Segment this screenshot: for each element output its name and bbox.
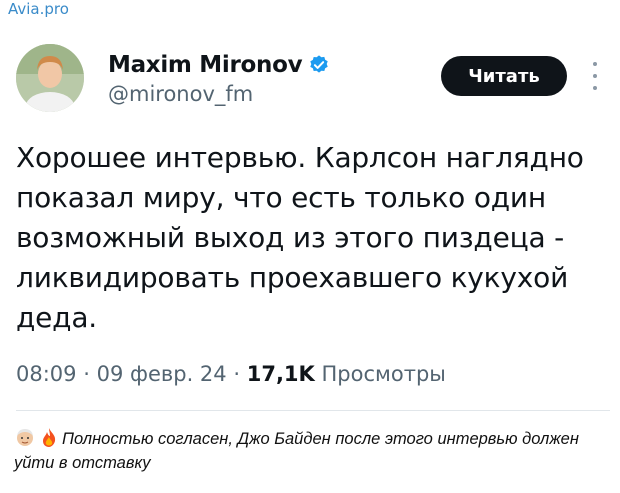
follow-button[interactable]: Читать bbox=[441, 56, 567, 96]
tweet-time[interactable]: 08:09 bbox=[16, 362, 77, 386]
views-count: 17,1K bbox=[246, 362, 315, 386]
avatar[interactable] bbox=[16, 44, 84, 112]
meta-separator: · bbox=[83, 362, 90, 386]
tweet-date[interactable]: 09 февр. 24 bbox=[97, 362, 227, 386]
caption: Полностью согласен, Джо Байден после это… bbox=[14, 426, 610, 475]
tweet-meta: 08:09 · 09 февр. 24 · 17,1K Просмотры bbox=[16, 362, 446, 386]
source-label[interactable]: Avia.pro bbox=[8, 0, 69, 18]
author-name[interactable]: Maxim Mironov bbox=[108, 52, 303, 78]
more-options-icon[interactable] bbox=[590, 62, 600, 90]
divider bbox=[16, 410, 610, 411]
old-man-face-icon bbox=[17, 429, 33, 446]
avatar-image bbox=[16, 44, 84, 112]
verified-badge-icon bbox=[310, 55, 329, 73]
fire-icon bbox=[43, 428, 56, 447]
meta-separator: · bbox=[233, 362, 241, 386]
author-handle[interactable]: @mironov_fm bbox=[108, 82, 253, 106]
author-row: Maxim Mironov bbox=[108, 52, 330, 78]
caption-text: Полностью согласен, Джо Байден после это… bbox=[14, 430, 579, 472]
views-label: Просмотры bbox=[321, 362, 446, 386]
tweet-text: Хорошее интервью. Карлсон наглядно показ… bbox=[16, 141, 584, 334]
